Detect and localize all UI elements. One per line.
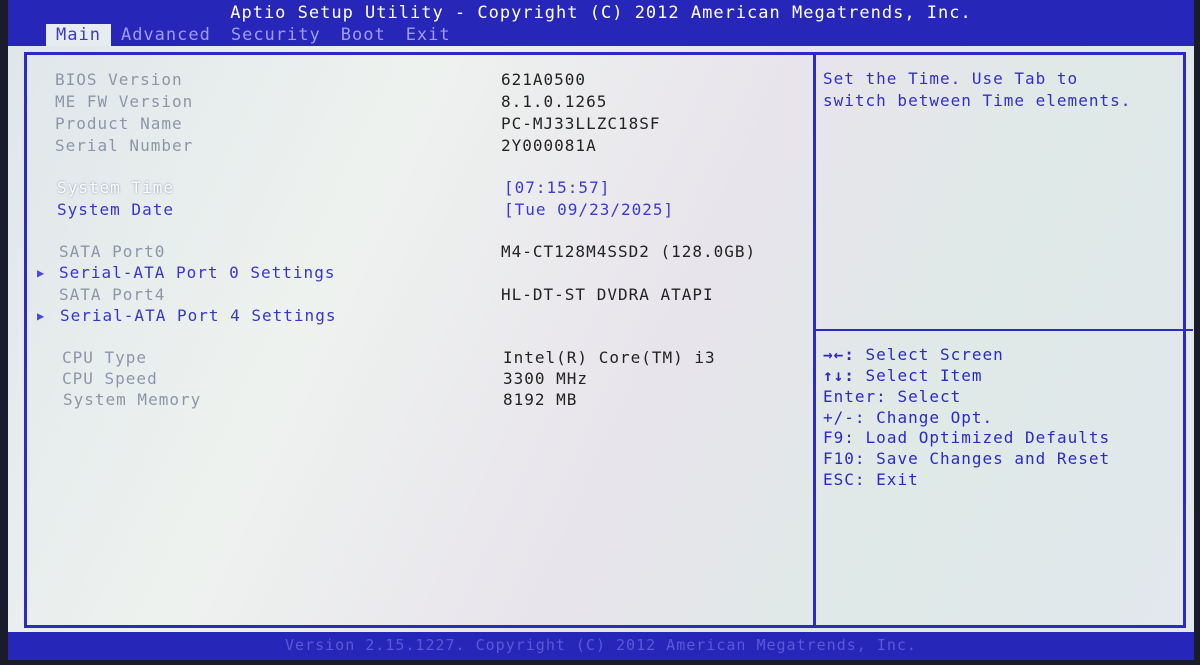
sata-port4-label: SATA Port4	[59, 285, 166, 304]
submenu-arrow-icon: ▶	[37, 309, 45, 323]
key-change-opt: +/-: Change Opt.	[823, 408, 994, 427]
bios-version-value: 621A0500	[501, 70, 587, 89]
me-fw-version-label: ME FW Version	[55, 92, 194, 111]
sata-port0-label: SATA Port0	[59, 242, 166, 261]
key-f10: F10: Save Changes and Reset	[823, 449, 1111, 468]
cpu-type-label: CPU Type	[62, 348, 148, 367]
me-fw-version-value: 8.1.0.1265	[501, 92, 608, 111]
system-time-field[interactable]: [07:15:57]	[504, 178, 610, 197]
key-select-screen: →←: Select Screen	[823, 345, 1004, 364]
system-time-label[interactable]: System Time	[57, 178, 174, 197]
product-name-value: PC-MJ33LLZC18SF	[501, 114, 661, 133]
sata-port4-value: HL-DT-ST DVDRA ATAPI	[501, 285, 714, 304]
key-esc: ESC: Exit	[823, 470, 919, 489]
tab-exit[interactable]: Exit	[396, 24, 461, 46]
vertical-divider	[813, 55, 816, 625]
tab-main[interactable]: Main	[46, 24, 111, 46]
serial-ata-port4-settings[interactable]: Serial-ATA Port 4 Settings	[60, 306, 336, 325]
serial-ata-port0-settings[interactable]: Serial-ATA Port 0 Settings	[59, 263, 335, 282]
product-name-label: Product Name	[55, 114, 183, 133]
key-enter: Enter: Select	[823, 387, 962, 406]
serial-number-value: 2Y000081A	[501, 136, 597, 155]
cpu-speed-value: 3300 MHz	[503, 369, 589, 388]
header-bar: Aptio Setup Utility - Copyright (C) 2012…	[8, 0, 1194, 46]
footer-text: Version 2.15.1227. Copyright (C) 2012 Am…	[285, 636, 917, 654]
serial-number-label: Serial Number	[55, 136, 194, 155]
system-date-label[interactable]: System Date	[57, 200, 174, 219]
key-select-item: ↑↓: Select Item	[823, 366, 983, 385]
help-divider	[816, 329, 1193, 331]
tab-security[interactable]: Security	[221, 24, 331, 46]
system-date-field[interactable]: [Tue 09/23/2025]	[504, 200, 674, 219]
main-frame: BIOS Version 621A0500 ME FW Version 8.1.…	[24, 52, 1193, 628]
system-memory-label: System Memory	[63, 390, 202, 409]
tab-advanced[interactable]: Advanced	[111, 24, 221, 46]
bios-version-label: BIOS Version	[55, 70, 183, 89]
system-memory-value: 8192 MB	[503, 390, 578, 409]
bios-screen: Aptio Setup Utility - Copyright (C) 2012…	[8, 0, 1194, 660]
help-text-line1: Set the Time. Use Tab to	[823, 69, 1079, 88]
tab-bar: Main Advanced Security Boot Exit	[46, 24, 461, 46]
sata-port0-value: M4-CT128M4SSD2 (128.0GB)	[501, 242, 757, 261]
app-title: Aptio Setup Utility - Copyright (C) 2012…	[230, 3, 972, 23]
footer-bar: Version 2.15.1227. Copyright (C) 2012 Am…	[8, 632, 1194, 660]
cpu-speed-label: CPU Speed	[62, 369, 158, 388]
submenu-arrow-icon: ▶	[37, 266, 45, 280]
cpu-type-value: Intel(R) Core(TM) i3	[503, 348, 716, 367]
help-text-line2: switch between Time elements.	[823, 91, 1132, 110]
key-f9: F9: Load Optimized Defaults	[823, 428, 1111, 447]
tab-boot[interactable]: Boot	[331, 24, 396, 46]
